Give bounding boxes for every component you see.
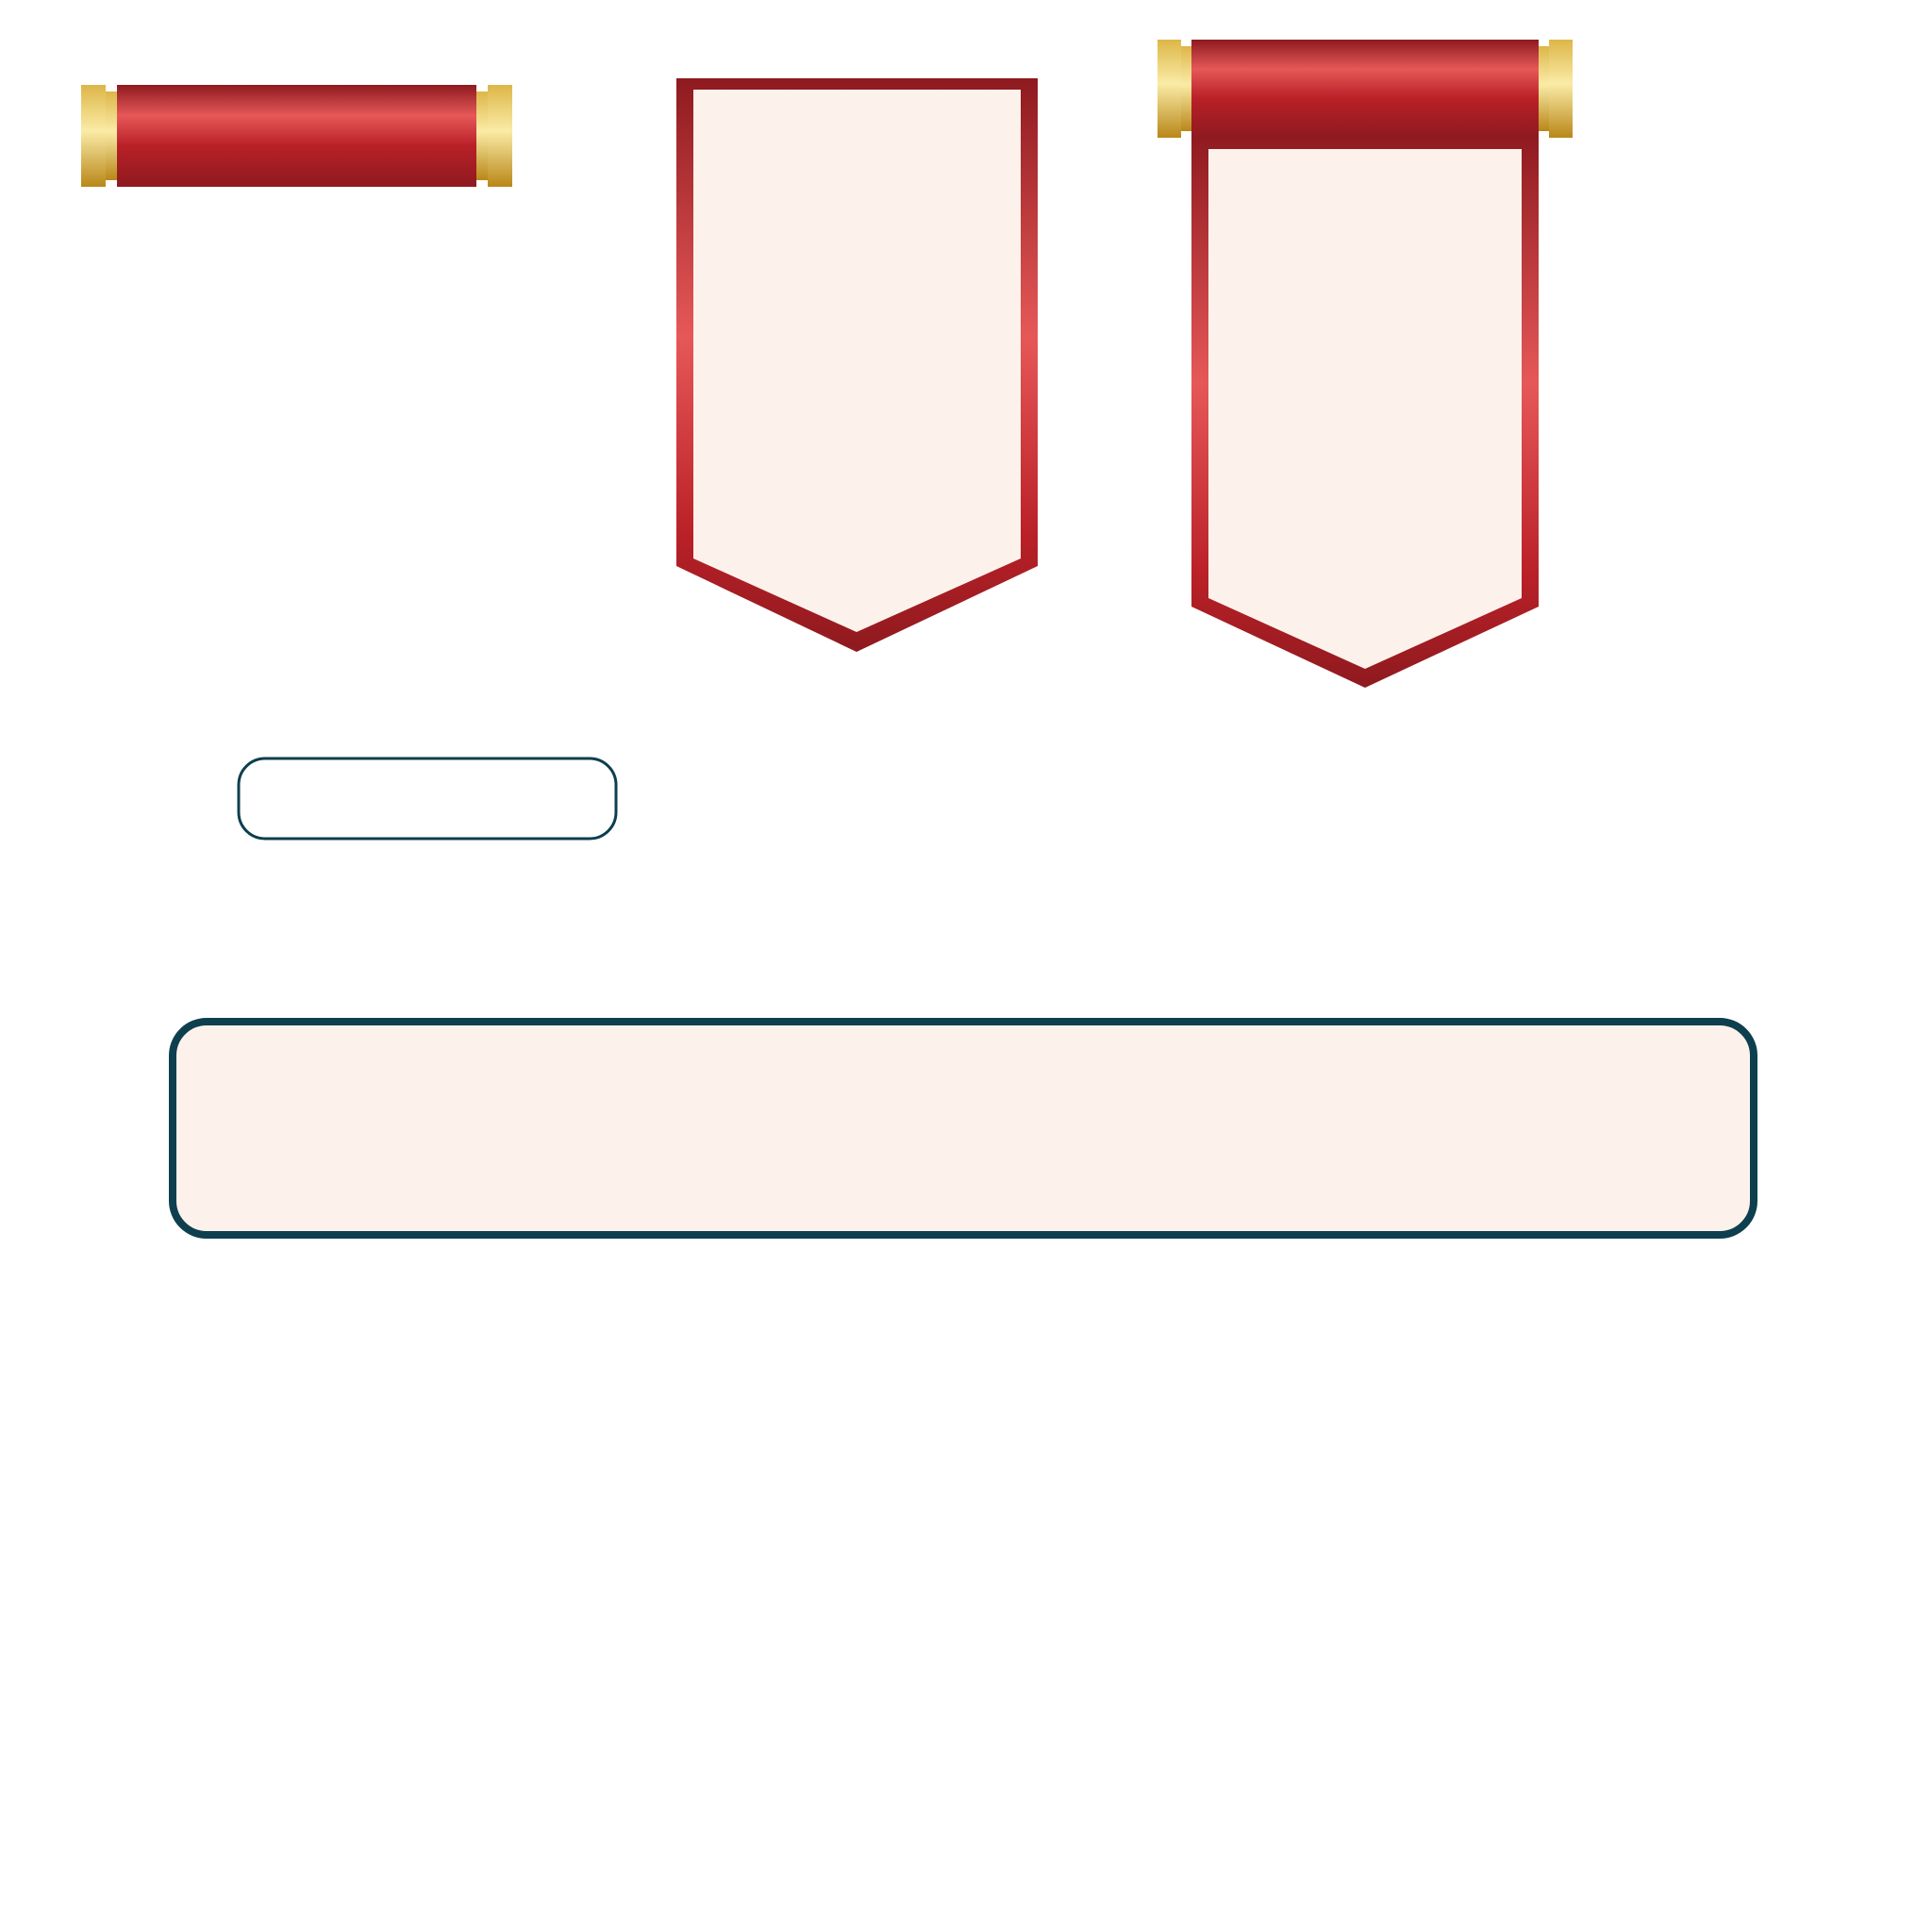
scroll-roll-right-cap xyxy=(488,85,512,187)
banner-pennant-parchment xyxy=(693,90,1021,632)
banner-pennant-with-roll xyxy=(1158,40,1573,688)
scroll-roll-left-collar xyxy=(106,92,117,180)
wide-parchment-box xyxy=(169,1018,1757,1239)
small-outline-box xyxy=(237,757,618,841)
scroll-roll-body xyxy=(117,85,476,187)
scroll-roll-left-cap xyxy=(81,85,106,187)
scroll-roll xyxy=(81,85,512,187)
banner-pennant xyxy=(676,78,1038,652)
banner-roll-right-cap xyxy=(1549,40,1573,138)
scroll-roll-right-collar xyxy=(476,92,488,180)
decorative-canvas xyxy=(81,40,1757,1239)
banner-roll-left-cap xyxy=(1158,40,1181,138)
banner-roll-right-collar xyxy=(1539,46,1549,131)
banner-roll-body xyxy=(1191,40,1539,138)
banner-roll-left-collar xyxy=(1181,46,1191,131)
banner-hanging-parchment xyxy=(1208,149,1522,669)
